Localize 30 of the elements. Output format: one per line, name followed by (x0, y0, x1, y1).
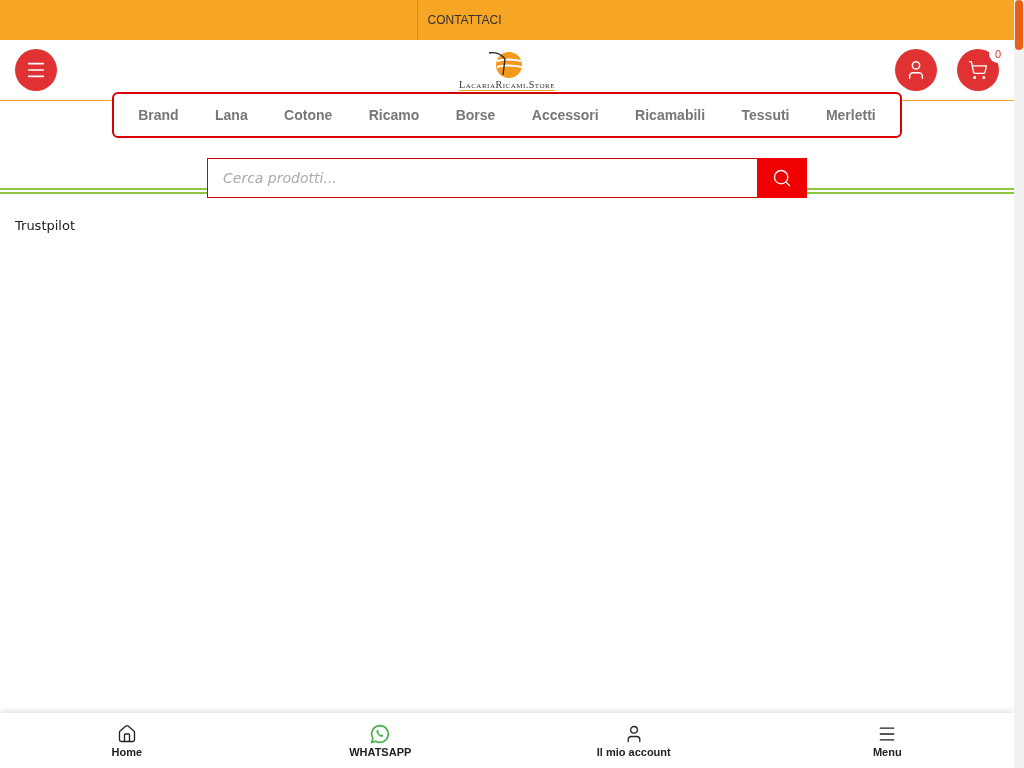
category-link[interactable]: Merletti (825, 107, 876, 123)
cart-icon (968, 60, 988, 80)
category-link[interactable]: Brand (138, 107, 179, 123)
search-field[interactable]: Cerca prodotti... (207, 158, 757, 198)
category-link[interactable]: Tessuti (741, 107, 790, 123)
search-button[interactable] (757, 158, 807, 198)
scrollbar[interactable] (1014, 0, 1024, 768)
nav-label: Il mio account (596, 745, 671, 758)
logo-text: LacariaRicami.Store (459, 79, 555, 91)
nav-label: Home (111, 745, 143, 758)
category-link[interactable]: Accessori (531, 107, 599, 123)
category-link[interactable]: Lana (215, 107, 248, 123)
category-link[interactable]: Cotone (284, 107, 333, 123)
category-link[interactable]: Borse (455, 107, 496, 123)
bottom-nav-item[interactable]: Home (0, 713, 254, 768)
nav-label: WHATSAPP (349, 745, 412, 758)
home-icon (116, 723, 137, 744)
scrollbar-thumb[interactable] (1015, 0, 1023, 50)
whatsapp-icon (370, 723, 391, 744)
account-button[interactable] (895, 49, 937, 91)
bottom-nav-item[interactable]: Menu (760, 713, 1014, 768)
contact-link[interactable]: CONTATTACI (416, 0, 512, 40)
bottom-nav-item[interactable]: Il mio account (507, 713, 761, 768)
menu-button[interactable] (15, 49, 57, 91)
bottom-nav-item[interactable]: WHATSAPP (253, 713, 507, 768)
nav-label: Menu (872, 745, 902, 758)
trustpilot-text: Trustpilot (15, 218, 76, 233)
category-link[interactable]: Ricamabili (635, 107, 706, 123)
category-link[interactable]: Ricamo (368, 107, 420, 123)
search-icon (772, 168, 792, 188)
